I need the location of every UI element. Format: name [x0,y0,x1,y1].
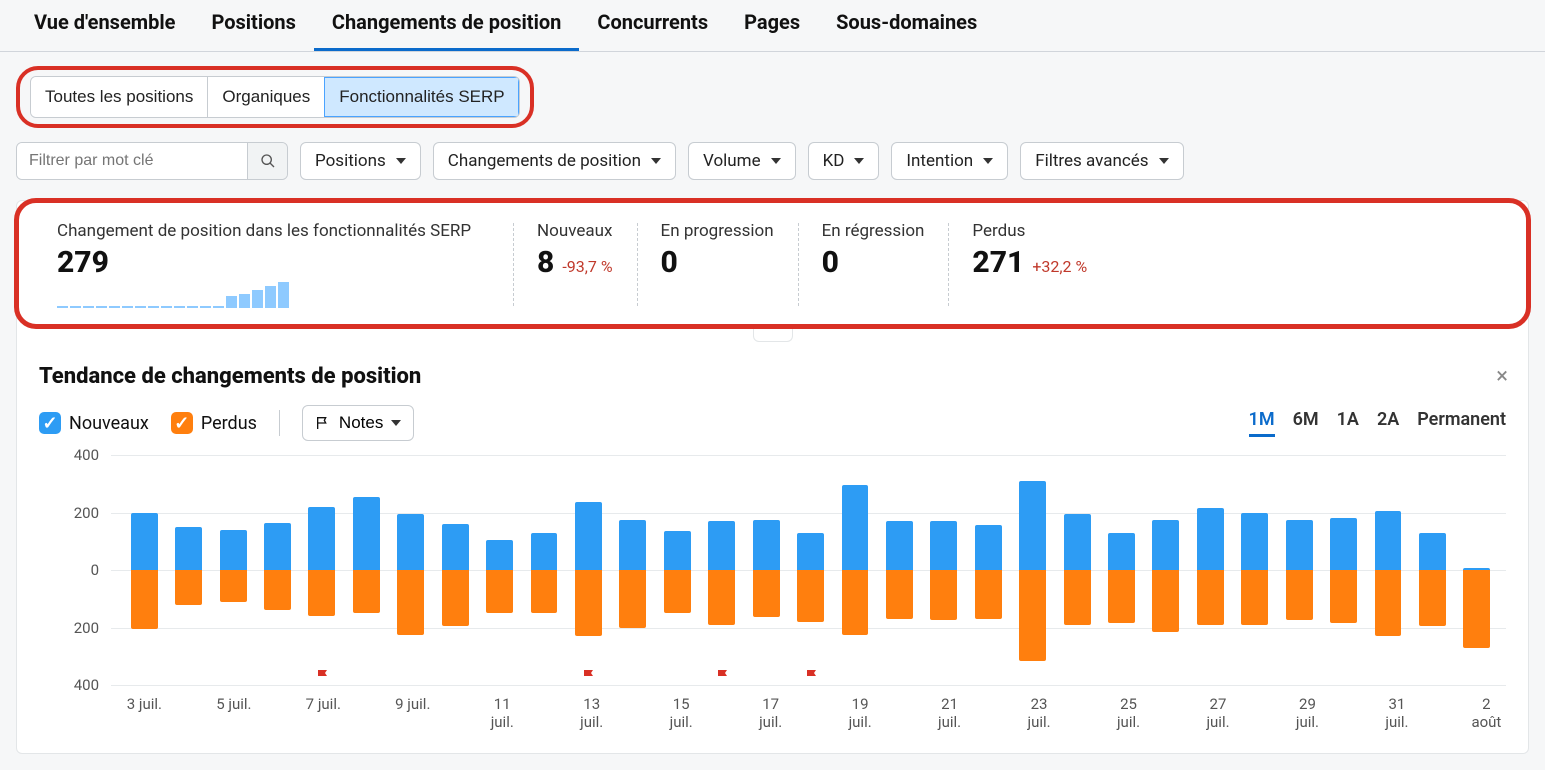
close-icon[interactable]: × [1496,364,1508,389]
note-flag-icon[interactable] [806,669,816,681]
legend-row: ✓Nouveaux ✓Perdus Notes 1M 6M 1A 2A Perm… [17,391,1528,451]
metric-label: Perdus [972,221,1087,241]
panel: Changement de position dans les fonction… [16,200,1529,754]
keyword-search [16,142,288,180]
chevron-down-icon [651,158,661,164]
metric-declined[interactable]: En régression 0 [798,213,949,316]
tab-overview[interactable]: Vue d'ensemble [16,0,193,51]
metric-delta: -93,7 % [562,257,612,276]
tab-position-changes[interactable]: Changements de position [314,0,579,51]
sparkline-bars [200,282,289,308]
range-permanent[interactable]: Permanent [1417,409,1506,437]
time-ranges: 1M 6M 1A 2A Permanent [1249,409,1506,437]
sparkline [57,306,198,308]
filter-position-changes[interactable]: Changements de position [433,142,676,180]
main-tabs: Vue d'ensemble Positions Changements de … [0,0,1545,52]
tab-subdomains[interactable]: Sous-domaines [818,0,995,51]
metric-delta: +32,2 % [1032,257,1087,276]
metric-total-changes[interactable]: Changement de position dans les fonction… [33,213,513,316]
chart-x-axis: 3 juil. 5 juil. 7 juil. 9 juil. 11 juil.… [125,695,1506,731]
subtab-serp-features[interactable]: Fonctionnalités SERP [324,77,518,117]
subtab-organic[interactable]: Organiques [207,77,324,117]
note-flag-icon[interactable] [717,669,727,681]
legend-lost[interactable]: ✓Perdus [171,412,257,434]
chevron-down-icon [854,158,864,164]
metric-value: 8 [537,245,554,280]
filter-kd[interactable]: KD [808,142,880,180]
trend-title: Tendance de changements de position [39,364,421,389]
panel-notch [753,328,793,342]
range-1m[interactable]: 1M [1249,409,1275,437]
highlight-subtabs: Toutes les positions Organiques Fonction… [16,66,534,128]
legend-new[interactable]: ✓Nouveaux [39,412,149,434]
chevron-down-icon [391,420,401,426]
chevron-down-icon [396,158,406,164]
filter-volume[interactable]: Volume [688,142,796,180]
metric-value: 271 [972,245,1024,280]
note-flag-icon[interactable] [317,669,327,681]
filters-row: Positions Changements de position Volume… [0,134,1545,194]
chevron-down-icon [1159,158,1169,164]
metric-label: En régression [822,221,925,241]
range-1y[interactable]: 1A [1337,409,1359,437]
keyword-input[interactable] [17,143,247,179]
metric-improved[interactable]: En progression 0 [637,213,798,316]
chevron-down-icon [771,158,781,164]
metric-new[interactable]: Nouveaux 8 -93,7 % [513,213,637,316]
tab-competitors[interactable]: Concurrents [579,0,726,51]
subtab-segment: Toutes les positions Organiques Fonction… [30,76,520,118]
subtab-all-positions[interactable]: Toutes les positions [31,77,207,117]
note-flag-icon[interactable] [583,669,593,681]
metric-label: En progression [661,221,774,241]
range-2y[interactable]: 2A [1377,409,1399,437]
metric-label: Nouveaux [537,221,613,241]
notes-button[interactable]: Notes [302,405,414,441]
highlight-metrics: Changement de position dans les fonction… [14,198,1531,329]
search-button[interactable] [247,143,287,179]
tab-pages[interactable]: Pages [726,0,818,51]
checkbox-checked-icon: ✓ [39,412,61,434]
checkbox-checked-icon: ✓ [171,412,193,434]
filter-positions[interactable]: Positions [300,142,421,180]
filter-advanced[interactable]: Filtres avancés [1020,142,1183,180]
metric-value: 0 [661,245,774,280]
range-6m[interactable]: 6M [1293,409,1319,437]
tab-positions[interactable]: Positions [193,0,313,51]
search-icon [260,153,276,169]
trend-chart[interactable]: 4002000200400 [39,455,1506,685]
metric-value: 0 [822,245,925,280]
metric-value: 279 [57,245,489,280]
filter-intent[interactable]: Intention [891,142,1008,180]
flag-icon [315,415,331,431]
metric-lost[interactable]: Perdus 271 +32,2 % [948,213,1111,316]
metric-label: Changement de position dans les fonction… [57,221,489,241]
chevron-down-icon [983,158,993,164]
